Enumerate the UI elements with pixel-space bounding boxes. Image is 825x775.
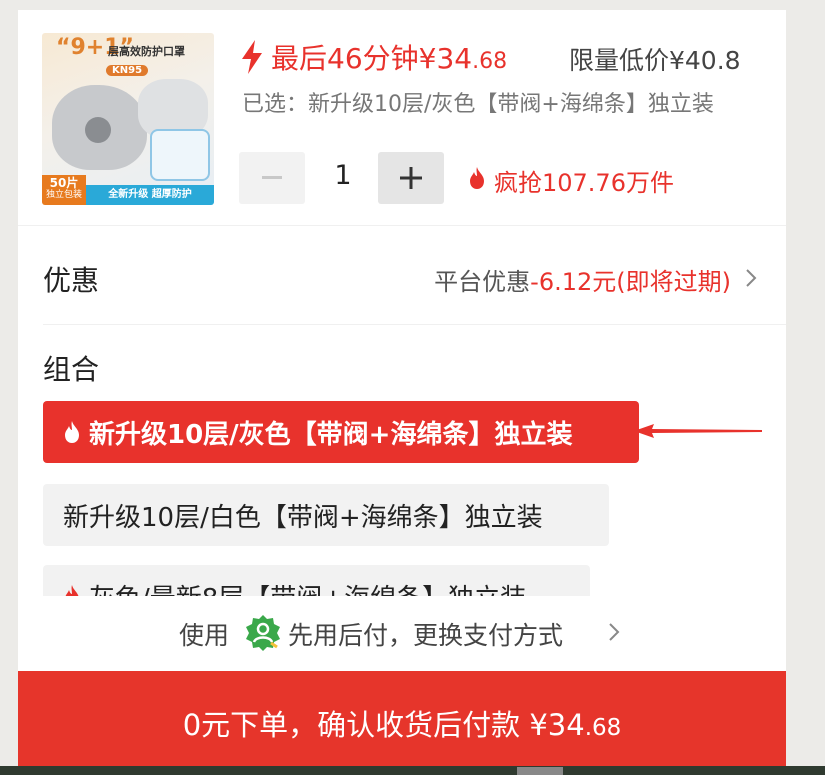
arrow-annotation-icon xyxy=(634,424,762,438)
thumb-kn95-badge: KN95 xyxy=(106,65,149,76)
promo-row[interactable]: 平台优惠-6.12元(即将过期) xyxy=(434,262,731,297)
mask-valve xyxy=(85,117,111,143)
promo-label: 优惠 xyxy=(43,264,100,297)
pay-switch-text: 先用后付，更换支付方式 xyxy=(288,621,564,650)
promo-platform: 平台优惠 xyxy=(434,268,531,296)
mask-inset-detail xyxy=(150,129,210,181)
checkout-decimal: .68 xyxy=(584,715,622,741)
flash-price-decimal: .68 xyxy=(472,49,508,74)
fire-icon xyxy=(65,421,79,443)
taskbar-handle xyxy=(517,767,563,775)
fire-icon xyxy=(470,167,484,189)
pay-later-badge-icon xyxy=(246,615,280,651)
product-thumbnail[interactable]: “9+1” 层高效防护口罩 KN95 50片 独立包装 全新升级 超厚防护 xyxy=(42,33,214,205)
quantity-decrease-button[interactable] xyxy=(239,152,305,204)
checkout-label: 0元下单，确认收货后付款 ¥34 xyxy=(182,708,585,742)
chevron-right-icon xyxy=(609,623,620,641)
thumb-pack-label: 50片 独立包装 xyxy=(42,175,86,205)
thumb-pack-count: 50片 xyxy=(49,176,79,190)
hot-sold-count: 疯抢107.76万件 xyxy=(494,169,674,197)
sku-sheet: “9+1” 层高效防护口罩 KN95 50片 独立包装 全新升级 超厚防护 最后… xyxy=(18,10,786,775)
bottom-taskbar xyxy=(0,766,825,775)
combo-option[interactable]: 新升级10层/白色【带阀+海绵条】独立装 xyxy=(43,484,609,546)
checkout-button[interactable]: 0元下单，确认收货后付款 ¥34.68 xyxy=(18,671,786,775)
quantity-increase-button[interactable] xyxy=(378,152,444,204)
flash-icon xyxy=(242,40,262,74)
combo-option-label: 新升级10层/白色【带阀+海绵条】独立装 xyxy=(63,502,543,533)
pay-later-row[interactable]: 使用 先用后付，更换支付方式 xyxy=(18,610,786,670)
plus-icon xyxy=(400,167,422,189)
thumb-headline-suffix: 层高效防护口罩 xyxy=(108,45,185,58)
combo-label: 组合 xyxy=(43,353,100,386)
divider xyxy=(18,225,786,226)
combo-option-label: 新升级10层/灰色【带阀+海绵条】独立装 xyxy=(89,419,573,450)
selected-variant-text: 已选：新升级10层/灰色【带阀+海绵条】独立装 xyxy=(242,92,714,117)
thumb-banner: 全新升级 超厚防护 xyxy=(86,185,214,205)
thumb-pack-note: 独立包装 xyxy=(45,190,82,200)
promo-discount: -6.12元(即将过期) xyxy=(530,268,731,296)
minus-icon xyxy=(262,176,282,179)
pay-use-text: 使用 xyxy=(179,621,230,650)
chevron-right-icon[interactable] xyxy=(745,268,757,288)
scroll-fade xyxy=(18,596,786,610)
quantity-value[interactable]: 1 xyxy=(318,160,368,191)
divider xyxy=(43,324,786,325)
combo-option-selected[interactable]: 新升级10层/灰色【带阀+海绵条】独立装 xyxy=(43,401,639,463)
flash-price: 最后46分钟¥34.68 xyxy=(271,37,507,77)
limited-price: 限量低价¥40.8 xyxy=(569,46,741,75)
flash-price-main: 最后46分钟¥34 xyxy=(271,42,473,75)
